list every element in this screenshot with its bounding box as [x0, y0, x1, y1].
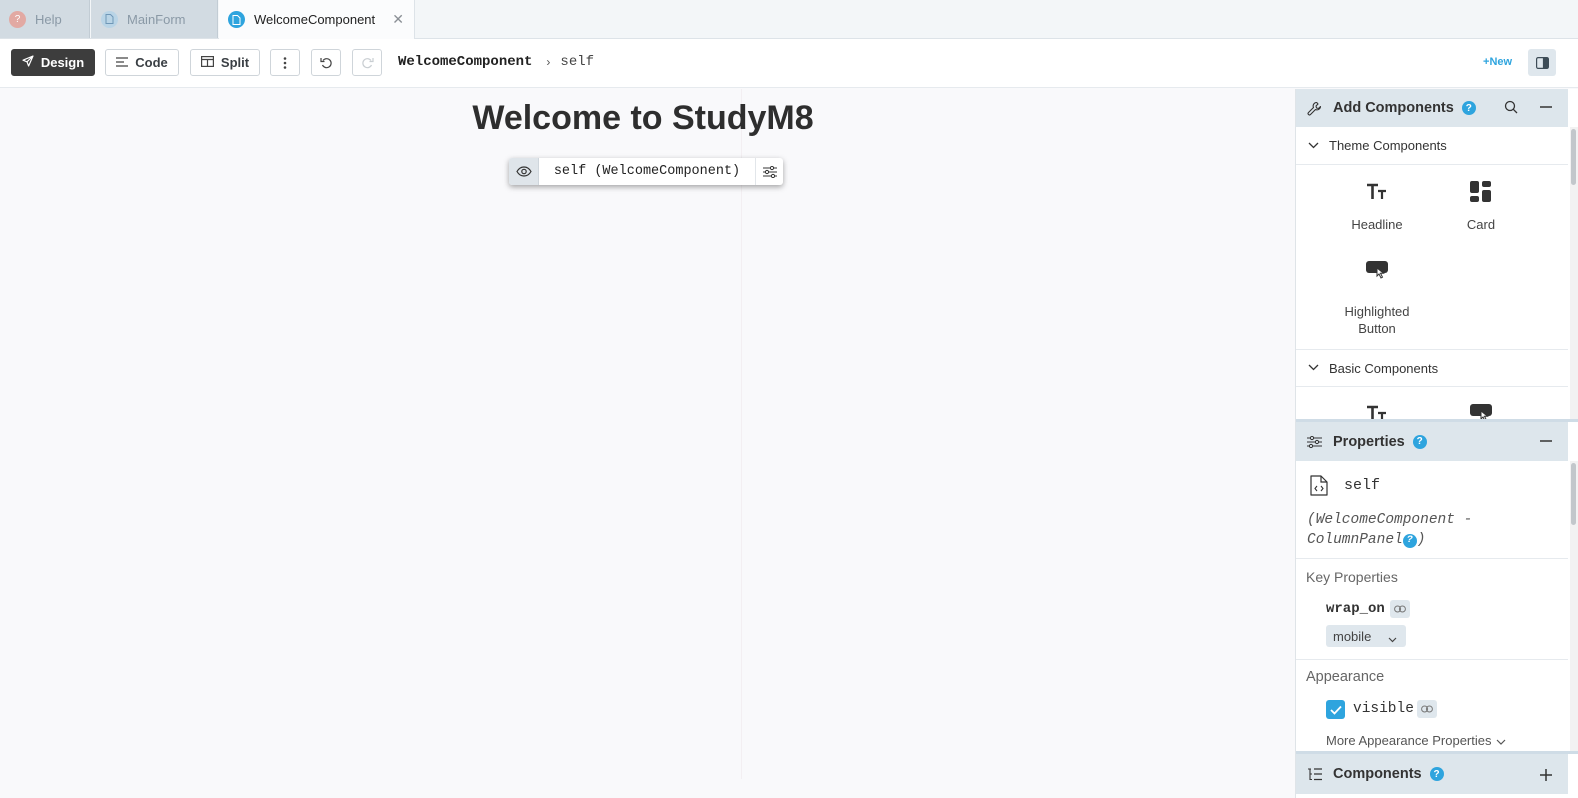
expand-icon[interactable] [1540, 765, 1552, 786]
component-card[interactable]: Card [1431, 177, 1531, 232]
help-icon[interactable]: ? [1402, 534, 1417, 548]
components-header[interactable]: Components ? [1296, 754, 1568, 794]
code-file-icon [1310, 475, 1328, 501]
tab-welcomecomponent-label: WelcomeComponent [254, 12, 376, 27]
selection-chip[interactable]: self (WelcomeComponent) [509, 158, 783, 185]
more-appearance-properties[interactable]: More Appearance Properties [1326, 733, 1506, 748]
basic-components-section[interactable]: Basic Components [1296, 349, 1568, 387]
column-guide [741, 89, 742, 779]
help-icon[interactable]: ? [1429, 767, 1444, 781]
help-icon[interactable]: ? [1412, 434, 1427, 449]
visible-label: visible [1353, 701, 1414, 717]
more-options-button[interactable] [270, 49, 300, 76]
help-icon: ? [9, 10, 26, 28]
close-icon[interactable]: ✕ [392, 11, 404, 28]
file-icon [228, 11, 245, 28]
scrollbar-thumb[interactable] [1571, 463, 1576, 525]
new-button[interactable]: +New [1483, 56, 1512, 68]
wrap-on-dropdown[interactable]: mobile [1326, 625, 1406, 647]
design-canvas[interactable]: Welcome to StudyM8 self (WelcomeComponen… [0, 89, 1295, 798]
undo-button[interactable] [311, 49, 341, 76]
basic-components-grid [1296, 387, 1568, 419]
sidebar-panel-icon [1535, 56, 1549, 69]
eye-icon[interactable] [509, 158, 539, 185]
wrap-on-label: wrap_on [1326, 601, 1385, 617]
design-button[interactable]: Design [11, 49, 95, 76]
card-icon [1431, 177, 1531, 207]
breadcrumb-component[interactable]: WelcomeComponent [398, 54, 532, 70]
sliders-icon[interactable] [755, 158, 783, 185]
wrench-icon [1307, 101, 1323, 116]
visible-checkbox[interactable] [1326, 700, 1345, 719]
button-click-icon[interactable] [1469, 403, 1493, 419]
toolbar: Design Code Split WelcomeComponent › sel… [0, 39, 1578, 88]
scrollbar-thumb[interactable] [1571, 129, 1576, 185]
lines-icon [116, 56, 129, 70]
send-icon [22, 55, 34, 70]
link-icon[interactable] [1390, 600, 1410, 618]
chevron-right-icon: › [546, 55, 551, 69]
text-size-icon [1327, 177, 1427, 207]
add-components-scrollbar[interactable] [1570, 127, 1578, 419]
redo-button[interactable] [352, 49, 382, 76]
chevron-down-icon [1308, 140, 1319, 152]
tab-help[interactable]: ? Help [0, 0, 90, 38]
sliders-icon [1307, 435, 1323, 448]
properties-scrollbar[interactable] [1570, 461, 1578, 751]
toggle-panel-button[interactable] [1528, 49, 1556, 76]
breadcrumb-item[interactable]: self [560, 54, 594, 70]
help-icon[interactable]: ? [1461, 101, 1476, 115]
tab-mainform-label: MainForm [127, 11, 186, 27]
component-headline[interactable]: Headline [1327, 177, 1427, 232]
undo-icon [319, 58, 332, 69]
chevron-down-icon [1308, 362, 1319, 374]
file-icon [101, 10, 118, 28]
search-icon[interactable] [1504, 98, 1518, 119]
tab-welcomecomponent[interactable]: WelcomeComponent ✕ [219, 0, 415, 39]
tree-list-icon [1307, 767, 1323, 781]
theme-components-section[interactable]: Theme Components [1296, 127, 1568, 165]
button-click-icon [1327, 255, 1427, 285]
code-button[interactable]: Code [105, 49, 179, 76]
check-icon [1329, 705, 1342, 715]
key-properties-label: Key Properties [1306, 569, 1398, 585]
collapse-icon[interactable] [1540, 97, 1552, 118]
split-button[interactable]: Split [190, 49, 260, 76]
split-view-icon [200, 55, 214, 70]
tab-bar: ? Help MainForm WelcomeComponent ✕ [0, 0, 1578, 39]
collapse-icon[interactable] [1540, 431, 1552, 452]
add-components-header[interactable]: Add Components ? [1296, 89, 1568, 127]
component-highlighted-button[interactable]: Highlighted Button [1327, 255, 1427, 337]
component-name: self [1344, 477, 1381, 494]
kebab-icon [283, 56, 287, 69]
tab-help-label: Help [35, 11, 62, 27]
link-icon[interactable] [1417, 700, 1437, 718]
chevron-down-icon [1388, 631, 1397, 646]
redo-icon [361, 58, 374, 69]
appearance-label: Appearance [1306, 669, 1385, 685]
text-size-icon[interactable] [1366, 405, 1388, 419]
breadcrumb: WelcomeComponent › self [398, 54, 594, 70]
divider [1296, 558, 1568, 559]
right-sidebar: Add Components ? Theme Components Headli… [1295, 89, 1578, 798]
chevron-down-icon [1496, 733, 1506, 748]
page-headline[interactable]: Welcome to StudyM8 [0, 99, 1295, 138]
properties-header[interactable]: Properties ? [1296, 422, 1568, 461]
divider [1296, 659, 1568, 660]
selection-label: self (WelcomeComponent) [553, 164, 741, 179]
component-type: (WelcomeComponent - ColumnPanel?) [1307, 512, 1473, 548]
tab-mainform[interactable]: MainForm [91, 0, 218, 38]
component-type-line2: ColumnPanel?) [1307, 532, 1426, 548]
